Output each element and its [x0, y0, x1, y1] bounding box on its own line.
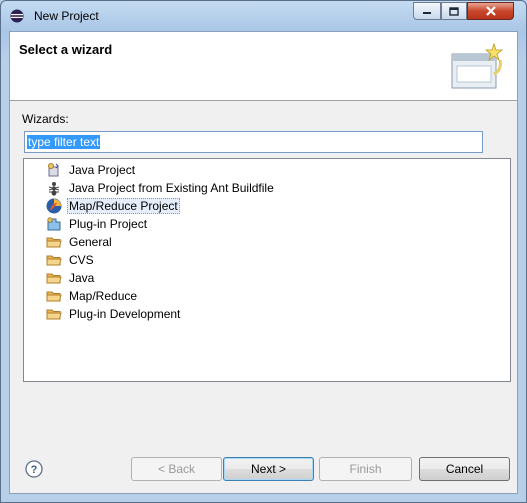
tree-item-label: Java — [69, 271, 95, 285]
java-project-icon — [48, 163, 59, 177]
folder-icon — [46, 237, 62, 248]
tree-item-java-project[interactable]: Java Project — [46, 161, 137, 179]
tree-item-plugin-project[interactable]: Plug-in Project — [46, 215, 149, 233]
wizard-banner: Select a wizard — [10, 32, 517, 101]
tree-item-cvs[interactable]: CVS — [46, 251, 96, 269]
mapreduce-elephant-icon — [46, 198, 62, 214]
maximize-button[interactable] — [441, 2, 467, 20]
maximize-icon — [449, 6, 459, 16]
tree-item-ant-project[interactable]: Java Project from Existing Ant Buildfile — [46, 179, 276, 197]
tree-item-label: Plug-in Project — [69, 217, 148, 231]
ant-icon — [48, 182, 60, 196]
window-title: New Project — [34, 9, 99, 23]
wizards-label: Wizards: — [22, 112, 69, 126]
tree-item-label: Map/Reduce Project — [67, 198, 180, 214]
wizard-banner-icon — [451, 42, 504, 89]
tree-item-java[interactable]: Java — [46, 269, 96, 287]
wizard-tree[interactable]: Java Project Java Project from Existing … — [23, 158, 511, 382]
minimize-button[interactable] — [413, 2, 441, 20]
close-icon — [485, 6, 496, 16]
tree-item-label: Map/Reduce — [69, 289, 138, 303]
title-bar[interactable]: New Project — [1, 1, 526, 31]
tree-item-general[interactable]: General — [46, 233, 114, 251]
minimize-icon — [423, 12, 431, 14]
folder-icon — [46, 291, 62, 302]
dialog-client-area: Select a wizard Wizards: type filter tex… — [9, 31, 518, 494]
page-title: Select a wizard — [19, 42, 113, 57]
folder-icon — [46, 309, 62, 320]
filter-text: type filter text — [27, 135, 101, 149]
folder-icon — [46, 255, 62, 266]
tree-item-mapreduce[interactable]: Map/Reduce — [46, 287, 139, 305]
svg-text:?: ? — [31, 464, 38, 476]
dialog-window: New Project Select a wizard Wizards: typ… — [0, 0, 527, 503]
folder-icon — [46, 273, 62, 284]
tree-item-label: CVS — [69, 253, 94, 267]
tree-item-mapreduce-project[interactable]: Map/Reduce Project — [46, 197, 180, 215]
tree-item-label: General — [69, 235, 112, 249]
cancel-button[interactable]: Cancel — [419, 457, 510, 481]
help-icon[interactable]: ? — [25, 460, 43, 478]
close-button[interactable] — [467, 2, 514, 20]
filter-input[interactable]: type filter text — [24, 131, 483, 153]
back-button[interactable]: < Back — [131, 457, 222, 481]
eclipse-icon — [10, 9, 24, 23]
plugin-project-icon — [47, 217, 61, 231]
next-button[interactable]: Next > — [223, 457, 314, 481]
tree-item-label: Java Project from Existing Ant Buildfile — [69, 181, 274, 195]
tree-item-label: Plug-in Development — [69, 307, 181, 321]
finish-button[interactable]: Finish — [319, 457, 412, 481]
tree-item-plugin-development[interactable]: Plug-in Development — [46, 305, 182, 323]
tree-item-label: Java Project — [69, 163, 136, 177]
